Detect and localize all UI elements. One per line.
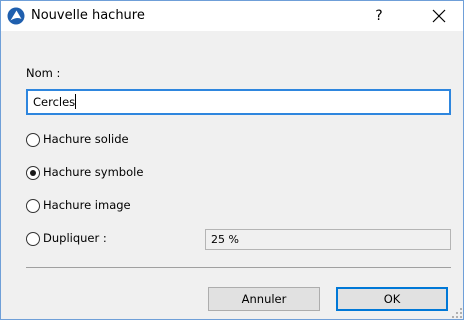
radio-button[interactable] bbox=[26, 232, 40, 246]
radio-label-solid-fill: Hachure solide bbox=[43, 132, 129, 146]
radio-solid-fill[interactable]: Hachure solide bbox=[26, 132, 186, 151]
radio-label-image-fill: Hachure image bbox=[43, 198, 131, 212]
radio-image-fill[interactable]: Hachure image bbox=[26, 198, 186, 217]
resize-grip-icon[interactable] bbox=[452, 308, 462, 318]
radio-duplicate[interactable]: Dupliquer : bbox=[26, 231, 186, 250]
close-button[interactable] bbox=[425, 4, 453, 28]
ok-button[interactable]: OK bbox=[336, 287, 448, 311]
dialog-title: Nouvelle hachure bbox=[31, 8, 145, 23]
radio-button[interactable] bbox=[26, 133, 40, 147]
close-icon bbox=[432, 9, 446, 23]
duplicate-percent-field: 25 % bbox=[205, 229, 451, 250]
title-bar: Nouvelle hachure ? bbox=[1, 1, 463, 31]
radio-label-symbol-fill: Hachure symbole bbox=[43, 165, 144, 179]
radio-label-duplicate: Dupliquer : bbox=[43, 231, 107, 245]
text-caret bbox=[75, 94, 77, 109]
name-input[interactable]: Cercles bbox=[26, 89, 451, 115]
new-fill-dialog: Nouvelle hachure ? Nom : Cercles Hachure… bbox=[0, 0, 464, 320]
radio-button[interactable] bbox=[26, 199, 40, 213]
radio-button-selected[interactable] bbox=[26, 166, 40, 180]
name-label: Nom : bbox=[26, 66, 61, 80]
help-button[interactable]: ? bbox=[367, 5, 391, 27]
name-input-value: Cercles bbox=[33, 95, 76, 109]
archicad-icon bbox=[7, 7, 25, 25]
cancel-button[interactable]: Annuler bbox=[208, 287, 320, 311]
divider bbox=[26, 267, 451, 268]
radio-symbol-fill[interactable]: Hachure symbole bbox=[26, 165, 186, 184]
